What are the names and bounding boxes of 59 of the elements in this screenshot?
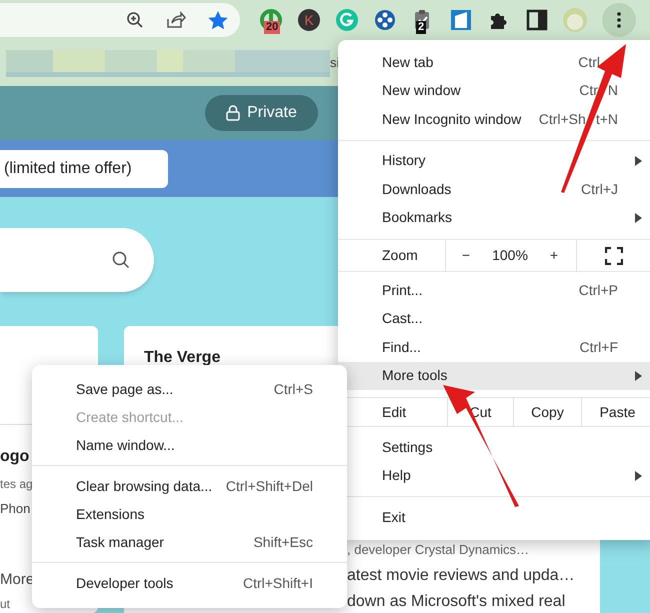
card-text: ut [0, 596, 10, 613]
shortcut-label: N [608, 81, 618, 100]
shortcut-label: Ctrl [578, 52, 600, 72]
menu-item[interactable]: Downloads [382, 178, 452, 200]
menu-item[interactable]: History [382, 150, 426, 172]
menu-item[interactable]: Find... [382, 336, 421, 358]
side-panel-icon[interactable] [525, 8, 549, 32]
menu-item[interactable]: Settings [382, 436, 433, 458]
menu-item[interactable]: Save page as... Ctrl+S [32, 375, 347, 403]
menu-icon [617, 12, 621, 28]
menu-item[interactable]: Bookmarks [382, 207, 452, 228]
shortcut-label: Ctrl+F [580, 338, 618, 357]
shortcut-label: Ctrl+P [578, 280, 618, 300]
card-text: ogo [0, 447, 30, 467]
card-text: tes ag [0, 476, 33, 493]
menu-item[interactable]: New tab [382, 52, 434, 73]
menu-item[interactable]: Exit [382, 506, 406, 528]
shortcut-label: Ctrl+J [581, 180, 618, 199]
zoom-label: Zoom [381, 246, 419, 265]
menu-item[interactable]: Name window... [32, 431, 347, 459]
zoom-in-button[interactable]: + [534, 245, 574, 266]
private-button[interactable]: Private [205, 95, 318, 131]
menu-item[interactable]: Clear browsing data... Ctrl+Shift+Del [32, 472, 347, 500]
menu-item[interactable]: More tools [382, 365, 448, 386]
edit-label: Edit [381, 402, 408, 422]
badge-count: 2 [416, 21, 426, 34]
menu-item: Create shortcut... [75, 408, 184, 426]
badge-count: 20 [264, 21, 280, 34]
star-icon[interactable] [208, 10, 228, 30]
menu-item[interactable]: Help [382, 465, 411, 486]
zoom-level: 100% [491, 246, 529, 265]
menu-item[interactable]: Cast... [382, 308, 422, 330]
search-icon [112, 251, 130, 269]
square-icon[interactable] [449, 8, 473, 32]
menu-item[interactable]: Extensions [32, 500, 347, 528]
share-icon[interactable] [166, 11, 186, 29]
cross-icon[interactable] [373, 8, 397, 32]
fullscreen-icon[interactable] [605, 246, 623, 264]
card-text: Phon [0, 500, 30, 518]
card-text: , developer Crystal Dynamics… [347, 541, 530, 559]
menu-item[interactable]: Print... [382, 280, 422, 301]
letter-icon[interactable] [297, 8, 321, 32]
menu-button[interactable] [602, 3, 636, 37]
card-text: down as Microsoft's mixed real [347, 594, 566, 610]
address-bar[interactable] [0, 3, 240, 37]
zoom-out-button[interactable]: − [446, 245, 486, 266]
search-field[interactable] [0, 228, 154, 292]
menu-item[interactable]: New Incognito window [382, 108, 522, 130]
shortcut-label: Ctr [579, 81, 598, 100]
card-text: atest movie reviews and upda… [347, 566, 575, 586]
menu-item[interactable]: Developer tools Ctrl+Shift+I [32, 569, 347, 597]
card-title: The Verge [144, 348, 220, 368]
zoom-icon[interactable] [126, 11, 144, 29]
menu-item[interactable]: New window [382, 80, 461, 102]
lock-icon [226, 105, 240, 121]
shortcut-label: Ctrl+Sh [538, 110, 586, 129]
offer-banner[interactable]: (limited time offer) [0, 150, 168, 188]
menu-item[interactable]: Task manager Shift+Esc [32, 528, 347, 556]
shortcut-label: t+N [596, 110, 618, 129]
